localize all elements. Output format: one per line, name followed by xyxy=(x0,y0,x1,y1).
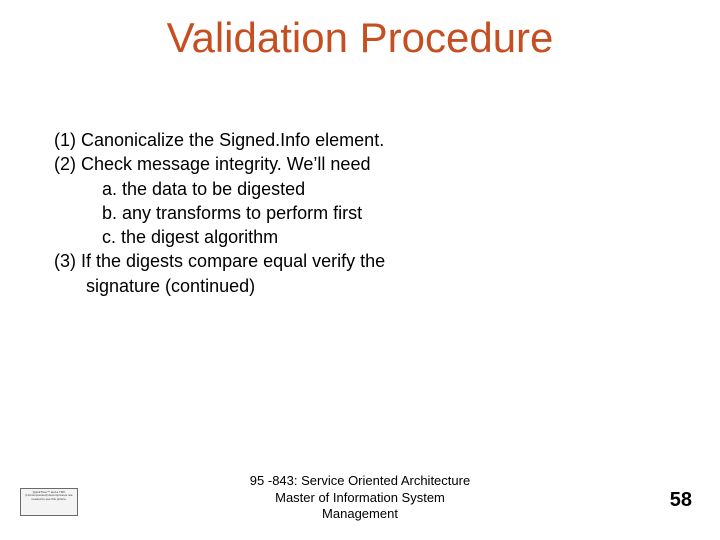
body-line-2a: a. the data to be digested xyxy=(54,177,664,201)
body-line-3b: signature (continued) xyxy=(54,274,664,298)
body-line-3a: (3) If the digests compare equal verify … xyxy=(54,249,664,273)
slide-body: (1) Canonicalize the Signed.Info element… xyxy=(54,128,664,298)
slide: Validation Procedure (1) Canonicalize th… xyxy=(0,0,720,540)
slide-title: Validation Procedure xyxy=(0,14,720,62)
footer-center: 95 -843: Service Oriented Architecture M… xyxy=(0,473,720,522)
body-line-2b: b. any transforms to perform first xyxy=(54,201,664,225)
footer-sub-1: Master of Information System xyxy=(0,490,720,506)
page-number: 58 xyxy=(670,489,692,512)
body-line-2c: c. the digest algorithm xyxy=(54,225,664,249)
body-line-1: (1) Canonicalize the Signed.Info element… xyxy=(54,128,664,152)
footer-sub-2: Management xyxy=(0,506,720,522)
body-line-2: (2) Check message integrity. We’ll need xyxy=(54,152,664,176)
footer-course: 95 -843: Service Oriented Architecture xyxy=(0,473,720,489)
